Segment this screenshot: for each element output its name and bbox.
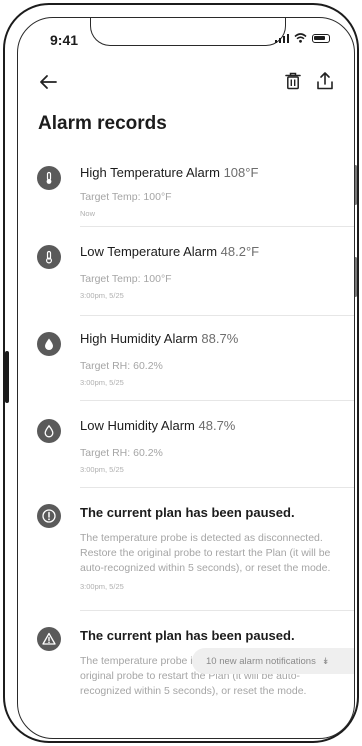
pause-circle-icon [37, 504, 61, 528]
thermometer-low-icon [37, 245, 61, 269]
record-subtitle: Target RH: 60.2% [80, 447, 163, 459]
alarm-record[interactable]: High Temperature Alarm 108°F Target Temp… [18, 156, 354, 226]
wifi-icon [294, 33, 307, 43]
double-chevron-down-icon: ↡ [321, 655, 330, 666]
record-title: The current plan has been paused. [80, 628, 295, 643]
battery-icon [312, 33, 330, 43]
nav-bar [18, 68, 354, 98]
record-time: 3:00pm, 5/25 [80, 378, 124, 387]
record-time: 3:00pm, 5/25 [80, 582, 124, 591]
record-value: 108°F [223, 165, 259, 180]
warning-triangle-icon [37, 627, 61, 651]
record-time: 3:00pm, 5/25 [80, 465, 124, 474]
droplet-high-icon [37, 332, 61, 356]
notch [90, 18, 286, 46]
record-subtitle: Target Temp: 100°F [80, 191, 172, 203]
phone-frame: 9:41 Alarm records High Temperature Alar… [3, 3, 359, 743]
record-title-text: High Humidity Alarm [80, 331, 198, 346]
record-time: 3:00pm, 5/25 [80, 291, 124, 300]
record-value: 48.7% [198, 418, 236, 433]
page-title: Alarm records [38, 113, 167, 134]
alarm-record[interactable]: Low Humidity Alarm 48.7% Target RH: 60.2… [18, 401, 354, 487]
record-title: Low Humidity Alarm 48.7% [80, 417, 340, 434]
record-title-text: Low Temperature Alarm [80, 244, 218, 259]
record-subtitle: Target RH: 60.2% [80, 360, 163, 372]
alarm-record[interactable]: High Humidity Alarm 88.7% Target RH: 60.… [18, 316, 354, 400]
droplet-low-icon [37, 419, 61, 443]
screen: 9:41 Alarm records High Temperature Alar… [17, 17, 355, 739]
record-time: Now [80, 209, 96, 218]
record-subtitle: Target Temp: 100°F [80, 273, 172, 285]
back-button[interactable] [36, 70, 60, 94]
side-button [5, 351, 9, 403]
record-title-text: Low Humidity Alarm [80, 418, 195, 433]
record-title: The current plan has been paused. [80, 505, 295, 520]
alarm-records-list: High Temperature Alarm 108°F Target Temp… [18, 156, 354, 697]
record-value: 88.7% [201, 331, 239, 346]
record-value: 48.2°F [220, 244, 260, 259]
alarm-record[interactable]: Low Temperature Alarm 48.2°F Target Temp… [18, 227, 354, 315]
share-button[interactable] [314, 70, 336, 92]
status-time: 9:41 [50, 32, 79, 48]
alarm-record[interactable]: The current plan has been paused. The te… [18, 488, 354, 610]
signal-icon [274, 33, 289, 43]
record-title: Low Temperature Alarm 48.2°F [80, 243, 340, 260]
record-title: High Humidity Alarm 88.7% [80, 330, 340, 347]
delete-button[interactable] [282, 70, 304, 92]
toast-label: 10 new alarm notifications [206, 655, 316, 667]
record-subtitle: The temperature probe is detected as dis… [80, 532, 331, 574]
record-title-text: High Temperature Alarm [80, 165, 220, 180]
record-title: High Temperature Alarm 108°F [80, 164, 340, 181]
thermometer-high-icon [37, 166, 61, 190]
new-alarm-notifications-toast[interactable]: 10 new alarm notifications ↡ [192, 648, 354, 674]
status-icons [274, 33, 330, 43]
